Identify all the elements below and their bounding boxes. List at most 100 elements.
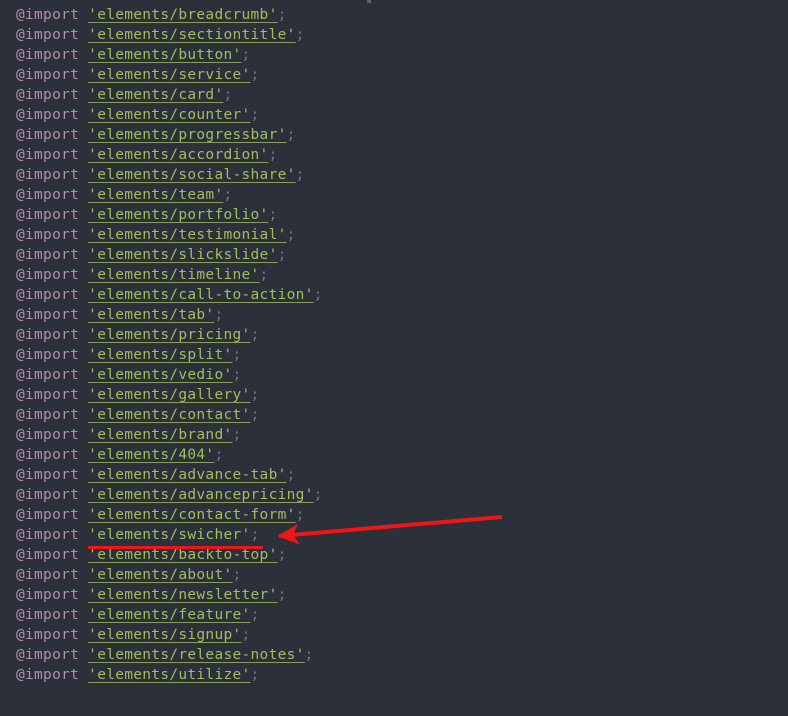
import-path-string[interactable]: 'elements/tab': [88, 307, 214, 323]
import-path-string[interactable]: 'elements/vedio': [88, 367, 232, 383]
code-line[interactable]: @import 'elements/breadcrumb';: [0, 5, 788, 25]
code-line[interactable]: @import 'elements/call-to-action';: [0, 285, 788, 305]
statement-terminator: ;: [223, 187, 233, 203]
code-line[interactable]: @import 'elements/feature';: [0, 605, 788, 625]
code-line[interactable]: @import 'elements/contact';: [0, 405, 788, 425]
code-block[interactable]: @import 'elements/breadcrumb'; @import 'e…: [0, 5, 788, 685]
import-path-string[interactable]: 'elements/swicher': [88, 527, 250, 543]
code-line[interactable]: @import 'elements/utilize';: [0, 665, 788, 685]
import-path-string[interactable]: 'elements/contact-form': [88, 507, 295, 523]
import-path-string[interactable]: 'elements/portfolio': [88, 207, 268, 223]
import-keyword: @import: [16, 147, 80, 163]
import-path-string[interactable]: 'elements/split': [88, 347, 232, 363]
import-path-string[interactable]: 'elements/newsletter': [88, 587, 277, 603]
import-keyword: @import: [16, 267, 80, 283]
statement-terminator: ;: [268, 147, 278, 163]
statement-terminator: ;: [214, 307, 224, 323]
import-path-string[interactable]: 'elements/advancepricing': [88, 487, 314, 503]
import-keyword: @import: [16, 367, 80, 383]
code-line[interactable]: @import 'elements/accordion';: [0, 145, 788, 165]
import-path-string[interactable]: 'elements/accordion': [88, 147, 268, 163]
import-path-string[interactable]: 'elements/brand': [88, 427, 232, 443]
import-keyword: @import: [16, 227, 80, 243]
import-path-string[interactable]: 'elements/404': [88, 447, 214, 463]
statement-terminator: ;: [304, 647, 314, 663]
code-line[interactable]: @import 'elements/404';: [0, 445, 788, 465]
import-keyword: @import: [16, 207, 80, 223]
import-keyword: @import: [16, 547, 80, 563]
import-path-string[interactable]: 'elements/button': [88, 47, 241, 63]
code-line[interactable]: @import 'elements/signup';: [0, 625, 788, 645]
import-path-string[interactable]: 'elements/pricing': [88, 327, 250, 343]
statement-terminator: ;: [277, 7, 287, 23]
import-path-string[interactable]: 'elements/utilize': [88, 667, 250, 683]
import-path-string[interactable]: 'elements/timeline': [88, 267, 259, 283]
scrolled-off-line-sliver: [367, 0, 371, 3]
code-line[interactable]: @import 'elements/team';: [0, 185, 788, 205]
code-line[interactable]: @import 'elements/pricing';: [0, 325, 788, 345]
import-keyword: @import: [16, 27, 80, 43]
import-keyword: @import: [16, 7, 80, 23]
code-line[interactable]: @import 'elements/service';: [0, 65, 788, 85]
statement-terminator: ;: [277, 587, 287, 603]
code-line[interactable]: @import 'elements/timeline';: [0, 265, 788, 285]
import-keyword: @import: [16, 427, 80, 443]
statement-terminator: ;: [232, 567, 242, 583]
statement-terminator: ;: [295, 507, 305, 523]
red-underline-annotation: [88, 546, 263, 549]
import-keyword: @import: [16, 167, 80, 183]
code-line[interactable]: @import 'elements/card';: [0, 85, 788, 105]
code-line[interactable]: @import 'elements/newsletter';: [0, 585, 788, 605]
code-line[interactable]: @import 'elements/swicher';: [0, 525, 788, 545]
import-keyword: @import: [16, 667, 80, 683]
import-path-string[interactable]: 'elements/contact': [88, 407, 250, 423]
import-path-string[interactable]: 'elements/advance-tab': [88, 467, 286, 483]
code-line[interactable]: @import 'elements/about';: [0, 565, 788, 585]
statement-terminator: ;: [313, 487, 323, 503]
code-line[interactable]: @import 'elements/button';: [0, 45, 788, 65]
import-path-string[interactable]: 'elements/signup': [88, 627, 241, 643]
import-path-string[interactable]: 'elements/backto-top': [88, 547, 277, 563]
import-keyword: @import: [16, 87, 80, 103]
statement-terminator: ;: [268, 207, 278, 223]
import-path-string[interactable]: 'elements/slickslide': [88, 247, 277, 263]
import-keyword: @import: [16, 187, 80, 203]
code-line[interactable]: @import 'elements/advancepricing';: [0, 485, 788, 505]
import-keyword: @import: [16, 627, 80, 643]
import-keyword: @import: [16, 467, 80, 483]
code-line[interactable]: @import 'elements/split';: [0, 345, 788, 365]
import-path-string[interactable]: 'elements/about': [88, 567, 232, 583]
import-path-string[interactable]: 'elements/sectiontitle': [88, 27, 295, 43]
code-editor-viewport[interactable]: @import 'elements/breadcrumb'; @import 'e…: [0, 0, 788, 716]
code-line[interactable]: @import 'elements/social-share';: [0, 165, 788, 185]
import-path-string[interactable]: 'elements/testimonial': [88, 227, 286, 243]
code-line[interactable]: @import 'elements/release-notes';: [0, 645, 788, 665]
code-line[interactable]: @import 'elements/gallery';: [0, 385, 788, 405]
code-line[interactable]: @import 'elements/brand';: [0, 425, 788, 445]
code-line[interactable]: @import 'elements/tab';: [0, 305, 788, 325]
import-keyword: @import: [16, 647, 80, 663]
import-path-string[interactable]: 'elements/feature': [88, 607, 250, 623]
import-path-string[interactable]: 'elements/service': [88, 67, 250, 83]
import-path-string[interactable]: 'elements/card': [88, 87, 223, 103]
import-path-string[interactable]: 'elements/progressbar': [88, 127, 286, 143]
statement-terminator: ;: [241, 627, 251, 643]
code-line[interactable]: @import 'elements/vedio';: [0, 365, 788, 385]
code-line[interactable]: @import 'elements/counter';: [0, 105, 788, 125]
import-keyword: @import: [16, 607, 80, 623]
import-path-string[interactable]: 'elements/breadcrumb': [88, 7, 277, 23]
import-path-string[interactable]: 'elements/gallery': [88, 387, 250, 403]
code-line[interactable]: @import 'elements/slickslide';: [0, 245, 788, 265]
code-line[interactable]: @import 'elements/contact-form';: [0, 505, 788, 525]
import-path-string[interactable]: 'elements/team': [88, 187, 223, 203]
import-path-string[interactable]: 'elements/counter': [88, 107, 250, 123]
code-line[interactable]: @import 'elements/testimonial';: [0, 225, 788, 245]
statement-terminator: ;: [214, 447, 224, 463]
import-path-string[interactable]: 'elements/social-share': [88, 167, 295, 183]
code-line[interactable]: @import 'elements/progressbar';: [0, 125, 788, 145]
code-line[interactable]: @import 'elements/portfolio';: [0, 205, 788, 225]
code-line[interactable]: @import 'elements/sectiontitle';: [0, 25, 788, 45]
import-path-string[interactable]: 'elements/release-notes': [88, 647, 304, 663]
import-path-string[interactable]: 'elements/call-to-action': [88, 287, 314, 303]
code-line[interactable]: @import 'elements/advance-tab';: [0, 465, 788, 485]
